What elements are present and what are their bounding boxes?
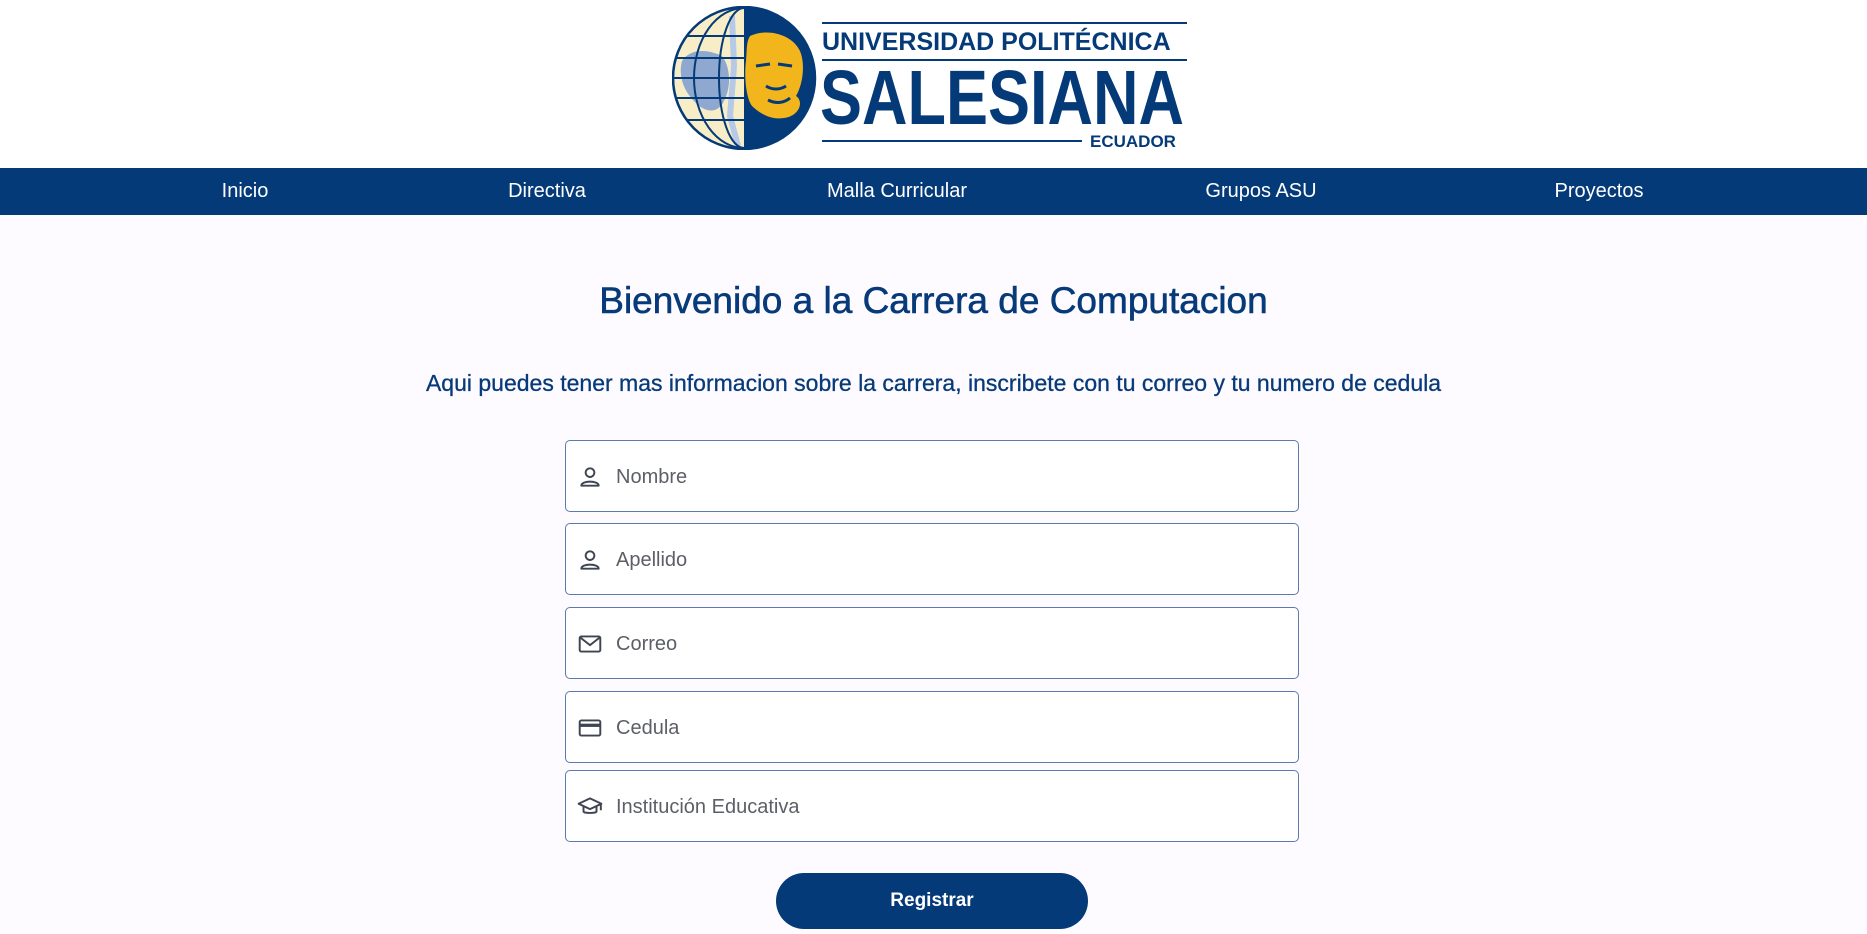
cedula-input[interactable] (614, 692, 1278, 764)
institucion-field-wrapper (565, 770, 1299, 843)
nav-item-proyectos[interactable]: Proyectos (1555, 168, 1644, 215)
nav-item-directiva[interactable]: Directiva (508, 168, 586, 215)
credit-card-icon (577, 715, 603, 741)
university-logo[interactable]: UNIVERSIDAD POLITÉCNICA SALESIANA ECUADO… (672, 6, 1192, 150)
cedula-field-wrapper (565, 691, 1299, 764)
graduation-cap-icon (577, 794, 603, 820)
header: UNIVERSIDAD POLITÉCNICA SALESIANA ECUADO… (0, 0, 1867, 168)
nav-item-inicio[interactable]: Inicio (222, 168, 269, 215)
apellido-field-wrapper (565, 523, 1299, 596)
correo-field-wrapper (565, 607, 1299, 680)
apellido-input[interactable] (614, 524, 1278, 596)
logo-line3: ECUADOR (1090, 132, 1176, 150)
logo-line1: UNIVERSIDAD POLITÉCNICA (822, 27, 1171, 56)
person-icon (577, 464, 603, 490)
nombre-input[interactable] (614, 441, 1278, 513)
person-icon (577, 547, 603, 573)
institucion-input[interactable] (614, 771, 1278, 843)
correo-input[interactable] (614, 608, 1278, 680)
mail-icon (577, 631, 603, 657)
nombre-field-wrapper (565, 440, 1299, 513)
logo-line2: SALESIANA (820, 55, 1184, 141)
registrar-button[interactable]: Registrar (776, 873, 1088, 929)
main-nav: Inicio Directiva Malla Curricular Grupos… (0, 168, 1867, 215)
page-title: Bienvenido a la Carrera de Computacion (599, 280, 1268, 322)
nav-item-grupos-asu[interactable]: Grupos ASU (1205, 168, 1316, 215)
page-subtitle: Aqui puedes tener mas informacion sobre … (425, 370, 1442, 396)
nav-item-malla-curricular[interactable]: Malla Curricular (827, 168, 967, 215)
